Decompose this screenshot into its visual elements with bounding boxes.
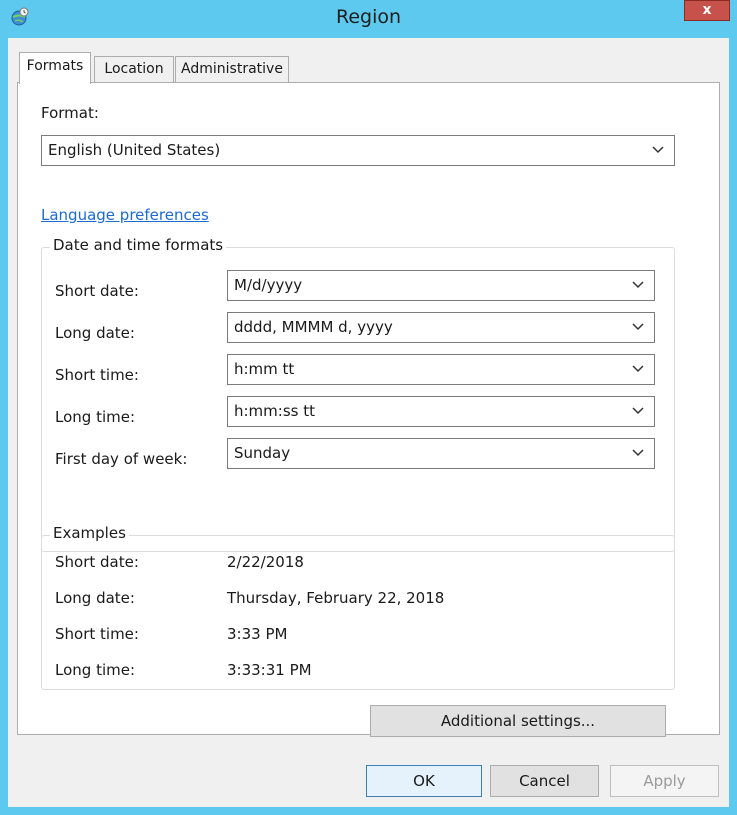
first-day-of-week-label: First day of week: — [55, 450, 188, 468]
tab-location[interactable]: Location — [94, 56, 174, 83]
ok-button[interactable]: OK — [366, 765, 482, 797]
cancel-button[interactable]: Cancel — [490, 765, 599, 797]
chevron-down-icon — [632, 407, 644, 415]
example-short-time-value: 3:33 PM — [227, 625, 288, 643]
long-date-dropdown[interactable]: dddd, MMMM d, yyyy — [227, 312, 655, 343]
first-day-of-week-dropdown[interactable]: Sunday — [227, 438, 655, 469]
long-date-value: dddd, MMMM d, yyyy — [234, 318, 393, 336]
tab-administrative[interactable]: Administrative — [175, 56, 289, 83]
example-short-date-label: Short date: — [55, 553, 139, 571]
long-time-label: Long time: — [55, 408, 136, 426]
long-time-value: h:mm:ss tt — [234, 402, 315, 420]
chevron-down-icon — [632, 365, 644, 373]
example-short-date-value: 2/22/2018 — [227, 553, 304, 571]
format-value: English (United States) — [48, 141, 221, 159]
short-date-dropdown[interactable]: M/d/yyyy — [227, 270, 655, 301]
short-time-value: h:mm tt — [234, 360, 295, 378]
example-long-date-label: Long date: — [55, 589, 135, 607]
example-long-date-value: Thursday, February 22, 2018 — [227, 589, 445, 607]
long-time-dropdown[interactable]: h:mm:ss tt — [227, 396, 655, 427]
long-date-label: Long date: — [55, 324, 135, 342]
date-time-formats-title: Date and time formats — [50, 236, 227, 254]
language-preferences-link[interactable]: Language preferences — [41, 206, 209, 224]
example-long-time-value: 3:33:31 PM — [227, 661, 312, 679]
short-date-value: M/d/yyyy — [234, 276, 303, 294]
close-icon: x — [702, 2, 712, 18]
chevron-down-icon — [632, 449, 644, 457]
short-time-dropdown[interactable]: h:mm tt — [227, 354, 655, 385]
example-short-time-label: Short time: — [55, 625, 139, 643]
title-bar[interactable]: Region x — [0, 0, 737, 38]
window-title: Region — [335, 6, 402, 28]
formats-tab-panel: Format: English (United States) Language… — [17, 82, 720, 737]
close-button[interactable]: x — [684, 0, 730, 21]
format-label: Format: — [41, 104, 99, 122]
tab-formats[interactable]: Formats — [19, 52, 91, 84]
chevron-down-icon — [632, 323, 644, 331]
apply-button[interactable]: Apply — [610, 765, 719, 797]
short-date-label: Short date: — [55, 282, 139, 300]
chevron-down-icon — [632, 281, 644, 289]
first-day-of-week-value: Sunday — [234, 444, 291, 462]
region-dialog: Region x Formats Location Administrative… — [0, 0, 737, 815]
examples-title: Examples — [50, 524, 129, 542]
short-time-label: Short time: — [55, 366, 139, 384]
chevron-down-icon — [652, 146, 664, 154]
additional-settings-button[interactable]: Additional settings... — [370, 705, 666, 737]
example-long-time-label: Long time: — [55, 661, 136, 679]
dialog-client-area: Formats Location Administrative Format: … — [8, 38, 729, 807]
format-dropdown[interactable]: English (United States) — [41, 135, 675, 166]
